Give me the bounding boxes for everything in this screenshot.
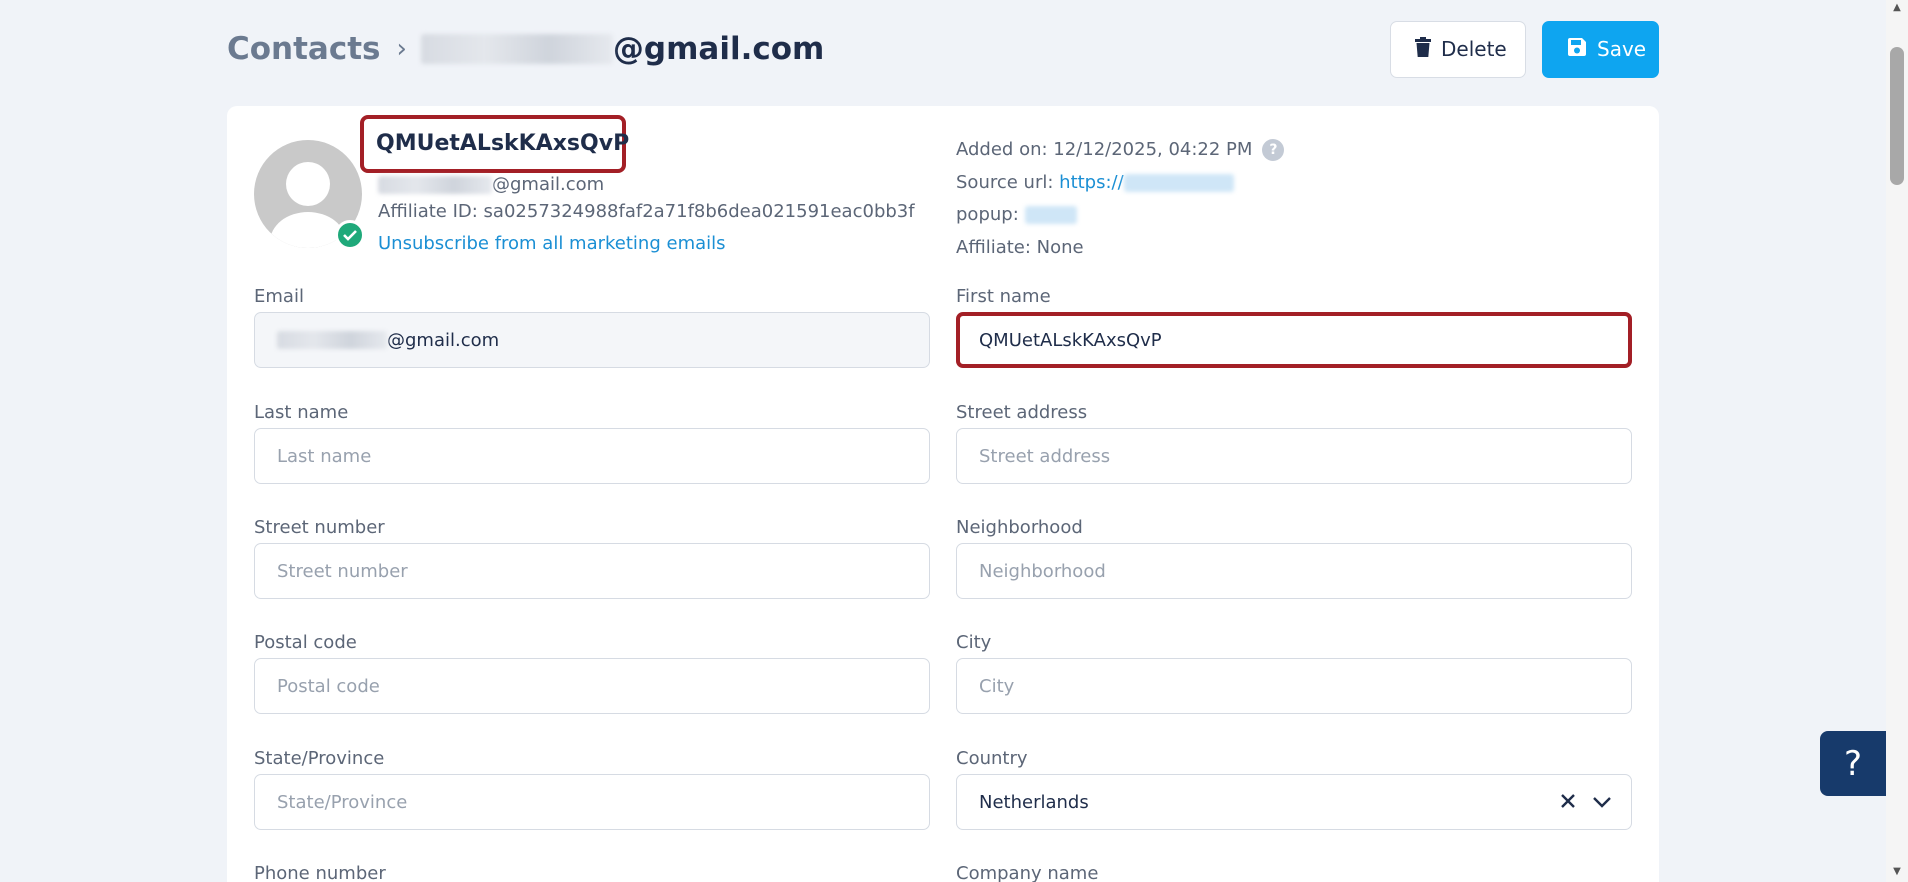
country-label: Country bbox=[956, 748, 1028, 769]
last-name-input[interactable]: Last name bbox=[254, 428, 930, 484]
breadcrumb-contacts[interactable]: Contacts bbox=[227, 31, 381, 67]
city-label: City bbox=[956, 632, 992, 653]
save-label: Save bbox=[1597, 37, 1647, 61]
country-select[interactable]: Netherlands bbox=[956, 774, 1632, 830]
scrollbar-thumb[interactable] bbox=[1890, 47, 1904, 185]
delete-label: Delete bbox=[1441, 37, 1507, 61]
save-button[interactable]: Save bbox=[1542, 20, 1659, 78]
scroll-up-arrow[interactable]: ▲ bbox=[1891, 2, 1903, 13]
redacted-text bbox=[1123, 173, 1234, 192]
source-url-link[interactable]: https:// bbox=[1059, 167, 1124, 200]
check-circle-icon bbox=[335, 220, 365, 250]
help-button[interactable]: ? bbox=[1820, 731, 1886, 796]
close-icon[interactable] bbox=[1561, 792, 1575, 813]
email-value: @gmail.com bbox=[387, 329, 500, 351]
phone-field: Phone number bbox=[254, 863, 930, 882]
email-field: Email @gmail.com bbox=[254, 286, 930, 368]
neighborhood-input[interactable]: Neighborhood bbox=[956, 543, 1632, 599]
floppy-disk-icon bbox=[1567, 37, 1587, 62]
city-field: City City bbox=[956, 632, 1632, 714]
neighborhood-field: Neighborhood Neighborhood bbox=[956, 517, 1632, 599]
page-header: Contacts › @gmail.com Delete Save bbox=[227, 20, 1659, 78]
unsubscribe-link[interactable]: Unsubscribe from all marketing emails bbox=[378, 233, 726, 254]
added-on-row: Added on: 12/12/2025, 04:22 PM ? bbox=[956, 134, 1285, 167]
contact-card: QMUetALskKAxsQvP @gmail.com Affiliate ID… bbox=[227, 106, 1659, 882]
source-url-label: Source url: bbox=[956, 171, 1054, 193]
country-field: Country Netherlands bbox=[956, 748, 1632, 830]
state-label: State/Province bbox=[254, 748, 385, 769]
contact-meta: Added on: 12/12/2025, 04:22 PM ? Source … bbox=[956, 134, 1285, 265]
popup-label: popup: bbox=[956, 204, 1019, 225]
state-field: State/Province State/Province bbox=[254, 748, 930, 830]
contact-name: QMUetALskKAxsQvP bbox=[360, 115, 629, 173]
header-actions: Delete Save bbox=[1390, 20, 1659, 78]
popup-row: popup: bbox=[956, 199, 1284, 232]
delete-button[interactable]: Delete bbox=[1390, 20, 1526, 78]
first-name-label: First name bbox=[956, 286, 1051, 307]
street-number-input[interactable]: Street number bbox=[254, 543, 930, 599]
breadcrumb-separator: › bbox=[396, 34, 407, 64]
email-input[interactable]: @gmail.com bbox=[254, 312, 930, 368]
contact-email-suffix: @gmail.com bbox=[492, 174, 605, 195]
phone-label: Phone number bbox=[254, 863, 386, 882]
postal-code-label: Postal code bbox=[254, 632, 357, 653]
added-on: Added on: 12/12/2025, 04:22 PM bbox=[956, 139, 1253, 160]
state-input[interactable]: State/Province bbox=[254, 774, 930, 830]
neighborhood-label: Neighborhood bbox=[956, 517, 1083, 538]
city-input[interactable]: City bbox=[956, 658, 1632, 714]
street-address-field: Street address Street address bbox=[956, 402, 1632, 484]
street-number-label: Street number bbox=[254, 517, 385, 538]
company-field: Company name bbox=[956, 863, 1632, 882]
last-name-field: Last name Last name bbox=[254, 402, 930, 484]
affiliate-id: Affiliate ID: sa0257324988faf2a71f8b6dea… bbox=[378, 201, 915, 222]
first-name-input[interactable]: QMUetALskKAxsQvP bbox=[956, 312, 1632, 368]
question-circle-icon[interactable]: ? bbox=[1262, 139, 1285, 162]
postal-code-input[interactable]: Postal code bbox=[254, 658, 930, 714]
country-value: Netherlands bbox=[979, 791, 1089, 813]
redacted-text bbox=[420, 34, 613, 64]
trash-icon bbox=[1415, 36, 1431, 62]
contact-email: @gmail.com bbox=[378, 174, 604, 195]
source-url-row: Source url: https:// bbox=[956, 167, 1284, 200]
select-controls bbox=[1561, 792, 1611, 813]
redacted-text bbox=[378, 175, 492, 194]
company-label: Company name bbox=[956, 863, 1099, 882]
scroll-down-arrow[interactable]: ▼ bbox=[1891, 866, 1903, 877]
redacted-text bbox=[277, 331, 387, 349]
affiliate-row: Affiliate: None bbox=[956, 232, 1284, 265]
breadcrumb-current: @gmail.com bbox=[420, 31, 825, 67]
email-label: Email bbox=[254, 286, 304, 307]
first-name-field: First name QMUetALskKAxsQvP bbox=[956, 286, 1632, 368]
street-number-field: Street number Street number bbox=[254, 517, 930, 599]
affiliate: Affiliate: None bbox=[956, 236, 1084, 258]
redacted-text bbox=[1024, 206, 1077, 225]
last-name-label: Last name bbox=[254, 402, 349, 423]
street-address-label: Street address bbox=[956, 402, 1088, 423]
street-address-input[interactable]: Street address bbox=[956, 428, 1632, 484]
postal-code-field: Postal code Postal code bbox=[254, 632, 930, 714]
breadcrumb-email-suffix: @gmail.com bbox=[612, 31, 825, 67]
chevron-down-icon[interactable] bbox=[1593, 792, 1611, 813]
